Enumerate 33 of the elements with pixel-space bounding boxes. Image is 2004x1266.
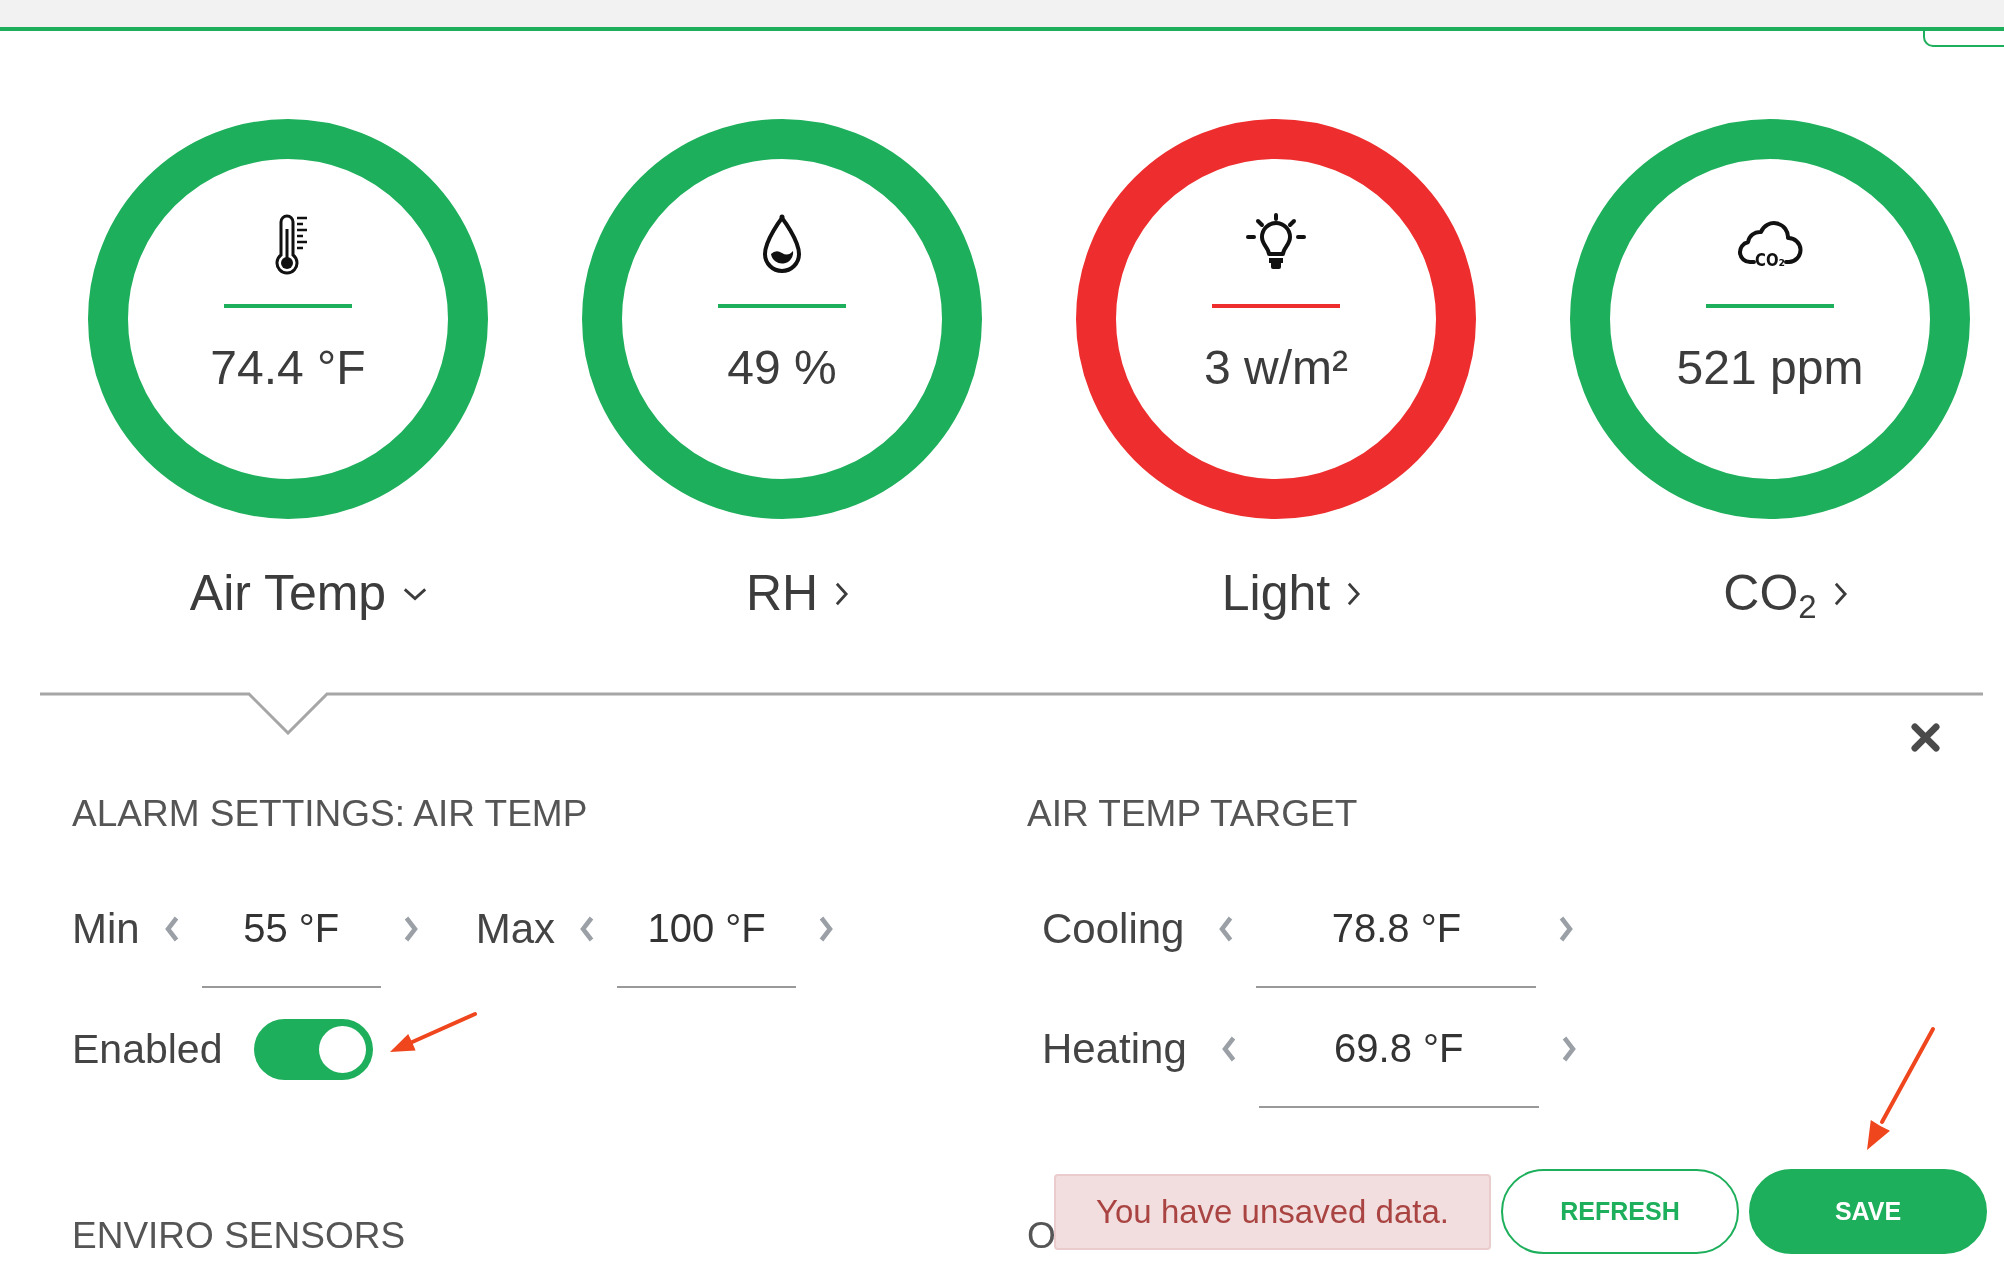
field-label: Cooling	[1042, 904, 1185, 954]
section-heading: O	[1027, 1214, 1056, 1258]
gauge-reading: 3 w/m²	[1204, 340, 1348, 396]
value-field[interactable]: 78.8 °F	[1256, 870, 1537, 988]
gauge-reading: 49 %	[727, 340, 837, 396]
close-icon[interactable]	[1910, 722, 1941, 753]
chevron-right-icon[interactable]	[818, 915, 835, 943]
chevron-left-icon[interactable]	[579, 915, 596, 943]
toggle-label: Enabled	[72, 1025, 223, 1074]
chevron-left-icon[interactable]	[163, 915, 180, 943]
value-field[interactable]: 55 °F	[201, 870, 381, 988]
chevron-right-icon[interactable]	[402, 915, 419, 943]
gauge-reading: 74.4 °F	[210, 340, 366, 396]
gauge-reading: 521 ppm	[1676, 340, 1864, 396]
chevron-right-icon[interactable]	[1560, 1035, 1577, 1063]
section-heading: AIR TEMP TARGET	[1027, 792, 1358, 836]
field-label: Heating	[1042, 1024, 1187, 1074]
section-heading: ENVIRO SENSORS	[72, 1214, 406, 1258]
value-field[interactable]: 69.8 °F	[1258, 990, 1539, 1108]
sensor-tab[interactable]: Air Temp	[189, 563, 429, 623]
chevron-left-icon[interactable]	[1218, 915, 1235, 943]
field-label: Max	[475, 904, 556, 954]
chevron-right-icon[interactable]	[1558, 915, 1575, 943]
water-drop-icon	[760, 213, 804, 275]
alert-message: You have unsaved data.	[1054, 1173, 1491, 1250]
section-heading: ALARM SETTINGS: AIR TEMP	[72, 792, 588, 836]
toggle-switch[interactable]	[254, 1018, 374, 1080]
field-label: Min	[72, 904, 140, 954]
sensor-tab[interactable]: CO$_{2}$	[1723, 563, 1848, 623]
chevron-left-icon[interactable]	[1220, 1035, 1237, 1063]
sensor-tab[interactable]: Light	[1221, 563, 1362, 623]
value-field[interactable]: 100 °F	[617, 870, 797, 988]
sensor-tab[interactable]: RH	[745, 563, 850, 623]
